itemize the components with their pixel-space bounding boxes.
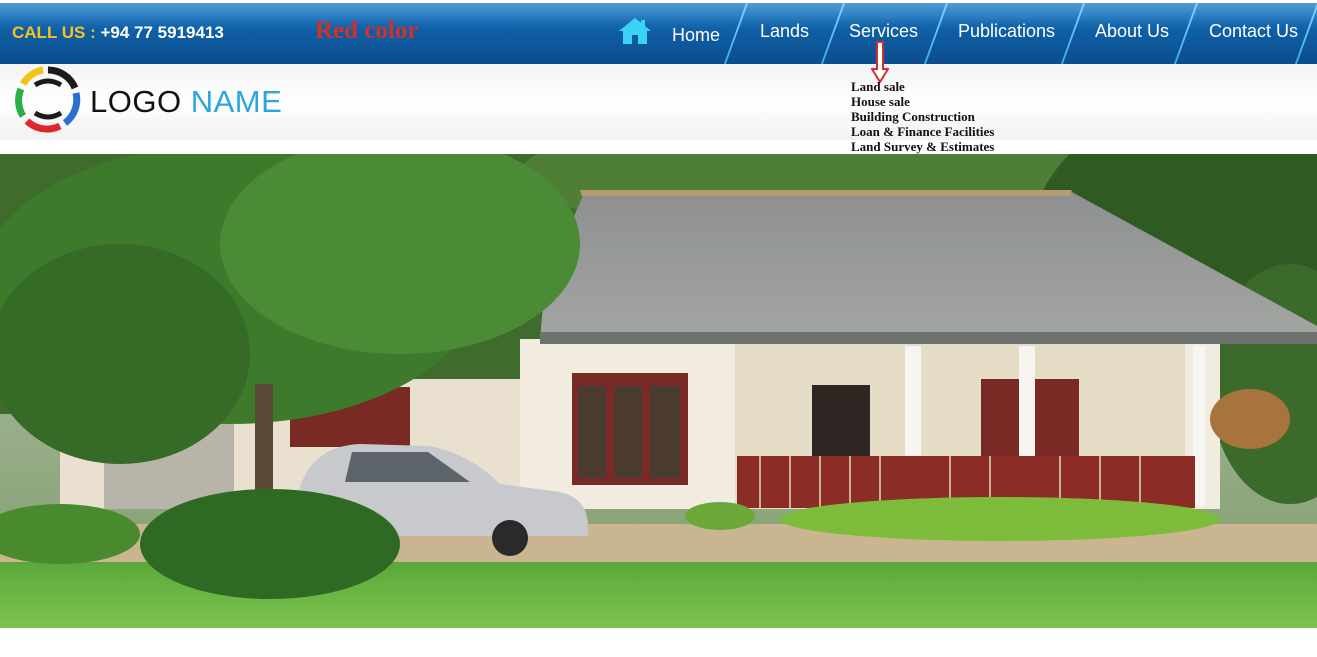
nav-publications[interactable]: Publications [958, 21, 1055, 42]
call-us: CALL US : +94 77 5919413 [12, 23, 224, 43]
services-menu-item[interactable]: Land Survey & Estimates [851, 139, 994, 154]
nav-divider [723, 3, 749, 64]
services-menu-item[interactable]: Building Construction [851, 109, 994, 124]
nav-lands[interactable]: Lands [760, 21, 809, 42]
annotation-note: Red color [315, 17, 419, 44]
nav-divider [1173, 3, 1199, 64]
nav-divider [1294, 3, 1317, 64]
services-menu-item[interactable]: House sale [851, 94, 994, 109]
call-us-label: CALL US : [12, 23, 96, 42]
logo-word-1: LOGO [90, 84, 182, 119]
hero-house-photo [0, 154, 1317, 628]
phone-number: +94 77 5919413 [100, 23, 224, 42]
nav-contact-us[interactable]: Contact Us [1209, 21, 1298, 42]
home-icon[interactable] [618, 17, 652, 45]
logo-word-2: NAME [190, 84, 283, 119]
nav-divider [923, 3, 949, 64]
nav-home[interactable]: Home [672, 25, 720, 46]
nav-about-us[interactable]: About Us [1095, 21, 1169, 42]
services-menu-item[interactable]: Loan & Finance Facilities [851, 124, 994, 139]
nav-divider [1060, 3, 1086, 64]
services-dropdown: Land sale House sale Building Constructi… [851, 79, 994, 154]
logo-ring-icon[interactable] [13, 65, 83, 133]
services-menu-item[interactable]: Land sale [851, 79, 994, 94]
nav-services[interactable]: Services [849, 21, 918, 42]
page: CALL US : +94 77 5919413 Red color Home … [0, 0, 1317, 657]
nav-divider [820, 3, 846, 64]
page-bottom-space [0, 628, 1317, 657]
top-nav-bar: CALL US : +94 77 5919413 Red color Home … [0, 3, 1317, 64]
logo-name[interactable]: LOGO NAME [90, 84, 282, 120]
down-arrow-icon [871, 41, 889, 83]
